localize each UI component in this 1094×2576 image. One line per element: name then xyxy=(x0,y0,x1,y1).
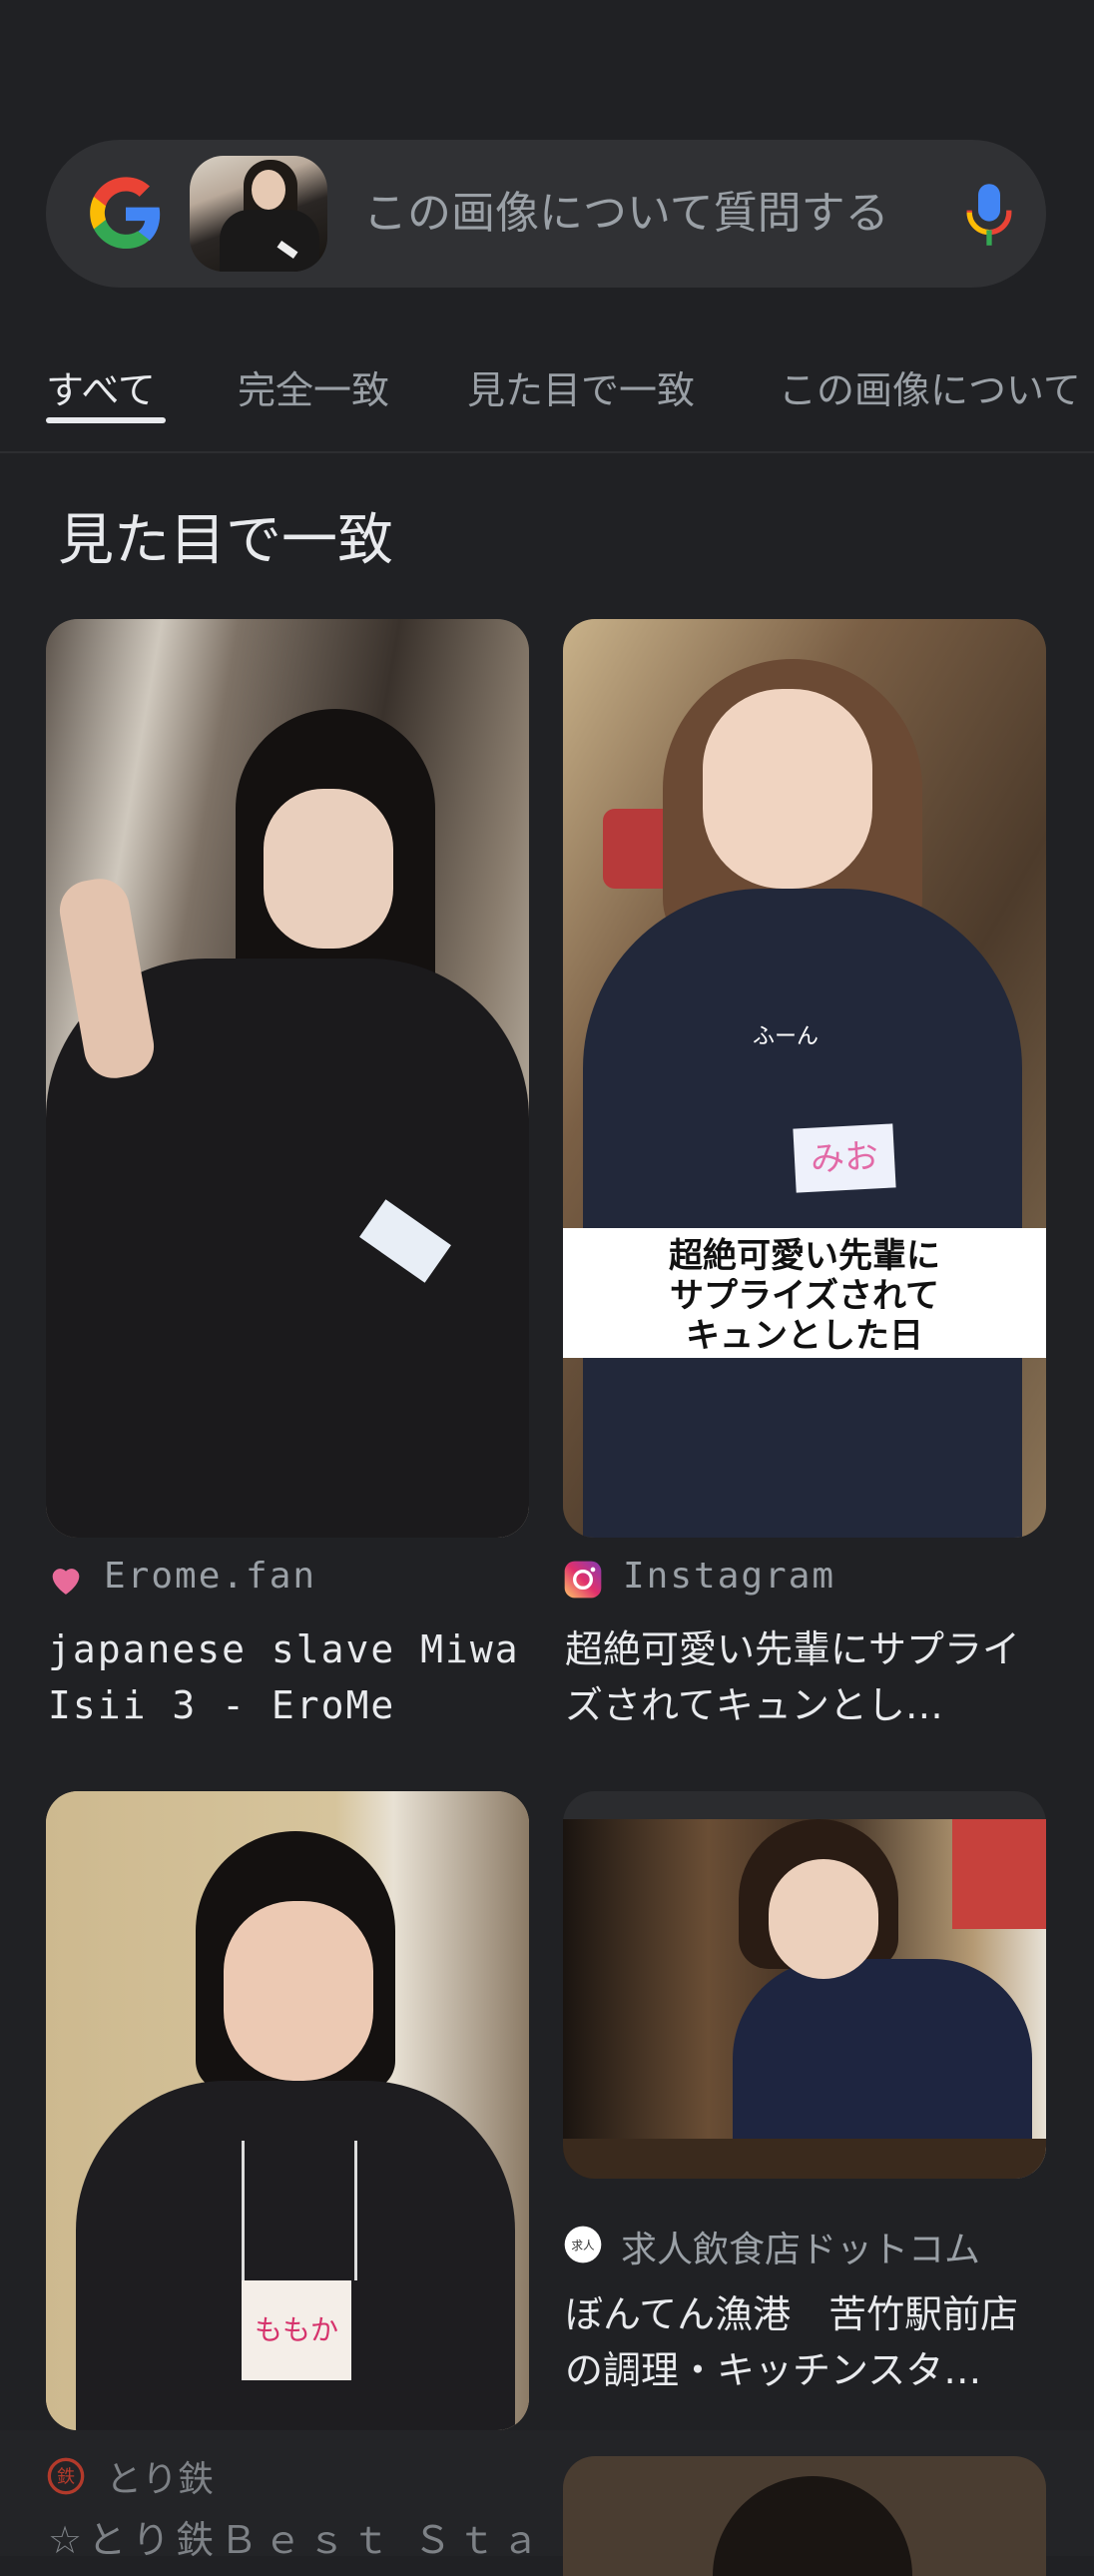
instagram-icon xyxy=(564,1561,602,1599)
result-source[interactable]: Instagram xyxy=(623,1556,835,1597)
tab-visual-match[interactable]: 見た目で一致 xyxy=(467,359,695,414)
tab-about-this-image[interactable]: この画像について xyxy=(779,359,1081,414)
google-g-icon[interactable] xyxy=(86,174,166,254)
image-logo-text: ふーん xyxy=(753,1024,820,1049)
image-nametag: みお xyxy=(793,1123,896,1193)
result-image-1[interactable] xyxy=(46,619,529,1538)
result-title[interactable]: ☆とり鉄Ｂｅｓｔ Ｓｔａ xyxy=(48,2512,537,2568)
result-image-4[interactable] xyxy=(563,1819,1046,2179)
search-input[interactable]: この画像について質問する xyxy=(363,184,942,244)
svg-text:求人: 求人 xyxy=(571,2239,595,2253)
toritetsu-icon: 鉄 xyxy=(47,2457,85,2495)
result-image-6[interactable] xyxy=(563,2456,1046,2576)
result-title[interactable]: japanese slave Miwa Isii 3 - EroMe xyxy=(48,1621,537,1733)
result-source[interactable]: とり鉄 xyxy=(106,2450,214,2502)
result-source[interactable]: Erome.fan xyxy=(104,1556,316,1597)
search-bar[interactable]: この画像について質問する xyxy=(46,140,1046,288)
tab-exact-match[interactable]: 完全一致 xyxy=(238,359,389,414)
active-tab-indicator xyxy=(46,417,166,423)
result-image-3[interactable]: ももか xyxy=(46,1791,529,2430)
kyujin-icon: 求人 xyxy=(564,2226,602,2263)
svg-text:鉄: 鉄 xyxy=(57,2467,75,2488)
heart-icon xyxy=(52,1569,80,1595)
image-nametag: ももか xyxy=(242,2280,351,2380)
filter-tabs: すべて 完全一致 見た目で一致 この画像について xyxy=(0,341,1094,453)
result-image-2[interactable]: ふーん みお 超絶可愛い先輩に サプライズされて キュンとした日 xyxy=(563,619,1046,1538)
mic-icon[interactable] xyxy=(962,182,1016,248)
image-caption: 超絶可愛い先輩に サプライズされて キュンとした日 xyxy=(669,1236,940,1356)
query-image-thumbnail[interactable] xyxy=(190,156,327,272)
result-title[interactable]: 超絶可愛い先輩にサプライズされてキュンとし… xyxy=(565,1621,1054,1733)
tab-all[interactable]: すべて xyxy=(46,359,156,414)
result-source[interactable]: 求人飲食店ドットコム xyxy=(621,2221,980,2272)
result-title[interactable]: ぼんてん漁港 苦竹駅前店の調理・キッチンスタ… xyxy=(565,2286,1054,2398)
section-title: 見た目で一致 xyxy=(58,508,393,573)
